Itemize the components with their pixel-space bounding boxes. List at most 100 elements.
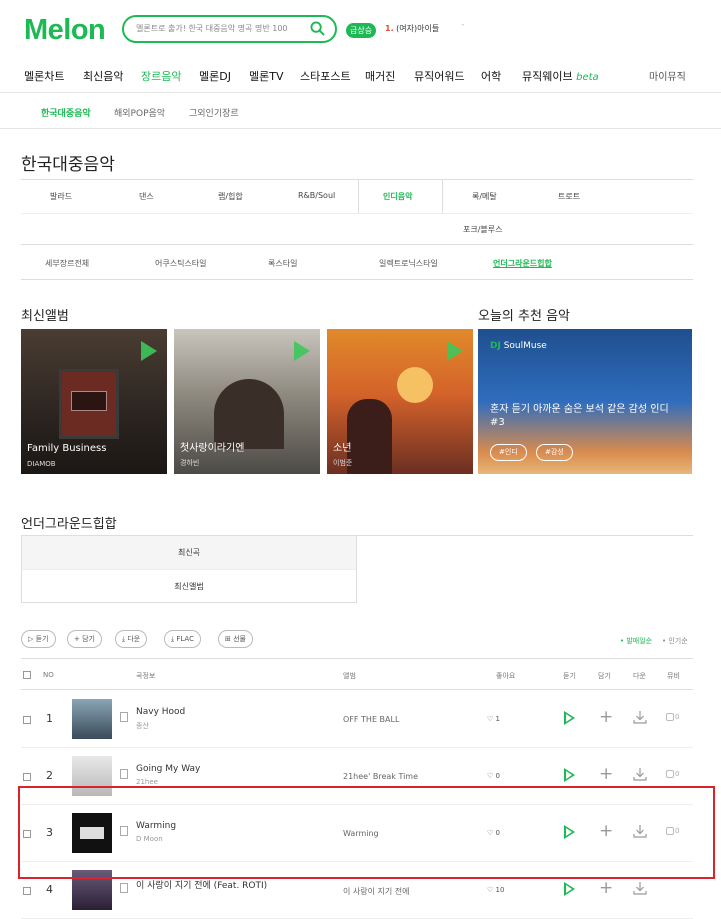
- tab-latest-albums[interactable]: 최신앨범: [21, 569, 357, 603]
- play-all-button[interactable]: ▷ 듣기: [21, 630, 56, 648]
- style-electronic[interactable]: 일렉트로닉스타일: [379, 258, 438, 269]
- subnav-pop[interactable]: 해외POP음악: [114, 106, 165, 119]
- nav-award[interactable]: 뮤직어워드: [414, 68, 465, 84]
- realtime-badge: 급상승: [346, 23, 377, 38]
- nav-starpost[interactable]: 스타포스트: [300, 68, 351, 84]
- album-thumbnail[interactable]: [72, 699, 112, 739]
- dj-label: DJ SoulMuse: [490, 341, 547, 351]
- add-icon[interactable]: +: [599, 709, 613, 726]
- style-rock[interactable]: 록스타일: [268, 258, 297, 269]
- song-artist[interactable]: 종산: [136, 721, 149, 731]
- mv-icon[interactable]: 0: [666, 713, 679, 721]
- subnav-kpop[interactable]: 한국대중음악: [41, 106, 91, 119]
- col-play: 듣기: [563, 672, 576, 680]
- nav-mymusic[interactable]: 마이뮤직: [649, 68, 686, 83]
- download-button[interactable]: ⤓ 다운: [115, 630, 148, 648]
- style-underground-hiphop[interactable]: 언더그라운드힙합: [493, 258, 552, 269]
- genre-folk[interactable]: 포크/블루스: [463, 224, 503, 235]
- nav-magazine[interactable]: 매거진: [365, 68, 395, 84]
- download-icon[interactable]: [633, 767, 647, 781]
- table-row: 1 Navy Hood 종산 OFF THE BALL ♡ 1 + 0: [21, 691, 693, 748]
- list-header: NO 곡정보 앨범 좋아요 듣기 담기 다운 뮤비: [21, 658, 693, 690]
- song-info-icon[interactable]: [120, 883, 128, 893]
- album-card[interactable]: 소년 이범준: [327, 329, 473, 474]
- page-title: 한국대중음악: [21, 155, 115, 175]
- song-info-icon[interactable]: [120, 769, 128, 779]
- mv-count: 0: [675, 713, 680, 721]
- download-icon[interactable]: [633, 881, 647, 895]
- reco-tag[interactable]: #인디: [490, 444, 527, 461]
- select-all-checkbox[interactable]: [23, 671, 31, 679]
- main-nav: 멜론차트 최신음악 장르음악 멜론DJ 멜론TV 스타포스트 매거진 뮤직어워드…: [0, 56, 721, 96]
- song-title[interactable]: Going My Way: [136, 764, 200, 774]
- row-checkbox[interactable]: [23, 887, 31, 895]
- genre-trot[interactable]: 트로트: [558, 191, 580, 202]
- chevron-down-icon[interactable]: ˇ: [461, 24, 465, 32]
- album-card[interactable]: Family Business DIAMOB: [21, 329, 167, 474]
- genre-dance[interactable]: 댄스: [139, 191, 154, 202]
- song-info-icon[interactable]: [120, 712, 128, 722]
- mv-count: 0: [675, 770, 680, 778]
- nav-dj[interactable]: 멜론DJ: [199, 68, 231, 84]
- nav-tv[interactable]: 멜론TV: [249, 68, 283, 84]
- reco-tag[interactable]: #감성: [536, 444, 573, 461]
- play-icon[interactable]: [294, 341, 310, 361]
- add-icon[interactable]: +: [599, 766, 613, 783]
- album-card[interactable]: 첫사랑이라기엔 경하빈: [174, 329, 320, 474]
- row-checkbox[interactable]: [23, 773, 31, 781]
- melon-logo[interactable]: Melon: [24, 14, 106, 47]
- like-button[interactable]: ♡ 0: [487, 772, 500, 780]
- play-icon[interactable]: [564, 768, 575, 782]
- genre-indie[interactable]: 인디음악: [383, 191, 412, 202]
- song-title[interactable]: 이 사랑이 지기 전에 (Feat. ROTI): [136, 878, 267, 891]
- download-icon[interactable]: [633, 710, 647, 724]
- nav-chart[interactable]: 멜론차트: [24, 68, 64, 84]
- play-icon[interactable]: [141, 341, 157, 361]
- song-title[interactable]: Navy Hood: [136, 707, 185, 717]
- album-artist: 경하빈: [180, 459, 200, 467]
- genre-hiphop[interactable]: 랩/힙합: [218, 191, 243, 202]
- search-bar[interactable]: 멜론트로 출가! 한국 대중음악 명곡 명반 100: [122, 15, 337, 43]
- song-artist[interactable]: 21hee: [136, 778, 158, 786]
- nav-language[interactable]: 어학: [481, 68, 501, 84]
- flac-button[interactable]: ⤓ FLAC: [164, 630, 201, 648]
- song-album[interactable]: 21hee' Break Time: [343, 772, 418, 781]
- col-add: 담기: [598, 672, 611, 680]
- genre-rnb[interactable]: R&B/Soul: [298, 191, 335, 200]
- sort-release[interactable]: • 발매일순: [620, 636, 652, 646]
- col-song: 곡정보: [136, 672, 156, 680]
- style-all[interactable]: 세부장르전체: [45, 258, 89, 269]
- genre-ballad[interactable]: 발라드: [50, 191, 72, 202]
- search-icon[interactable]: [310, 21, 325, 36]
- search-input[interactable]: 멜론트로 출가! 한국 대중음악 명곡 명반 100: [136, 23, 288, 34]
- row-checkbox[interactable]: [23, 716, 31, 724]
- realtime-rank[interactable]: 1. (여자)아이들: [385, 23, 439, 34]
- like-button[interactable]: ♡ 1: [487, 715, 500, 723]
- play-icon[interactable]: [564, 711, 575, 725]
- like-button[interactable]: ♡ 10: [487, 886, 504, 894]
- sort-popular[interactable]: • 인기순: [662, 636, 688, 646]
- new-albums-heading: 최신앨범: [21, 309, 69, 324]
- col-no: NO: [43, 671, 54, 679]
- song-album[interactable]: OFF THE BALL: [343, 715, 399, 724]
- row-number: 4: [46, 883, 53, 896]
- add-button[interactable]: + 담기: [67, 630, 102, 648]
- genre-rock[interactable]: 록/메탈: [472, 191, 497, 202]
- nav-genre[interactable]: 장르음악: [141, 68, 182, 96]
- dj-name: SoulMuse: [503, 341, 547, 351]
- rank-text: (여자)아이들: [396, 24, 440, 33]
- gift-button[interactable]: ⊞ 선물: [218, 630, 253, 648]
- nav-wave[interactable]: 뮤직웨이브 beta: [522, 68, 599, 84]
- highlight-box: [18, 786, 715, 879]
- play-icon[interactable]: [447, 341, 463, 361]
- subnav-other[interactable]: 그외인기장르: [189, 106, 239, 119]
- mv-icon[interactable]: 0: [666, 770, 679, 778]
- song-album[interactable]: 이 사랑이 지기 전에: [343, 886, 410, 897]
- nav-new[interactable]: 최신음악: [83, 68, 123, 84]
- play-icon[interactable]: [564, 882, 575, 896]
- sub-nav: 한국대중음악 해외POP음악 그외인기장르: [0, 94, 721, 129]
- dj-prefix: DJ: [490, 341, 501, 351]
- tab-latest-songs[interactable]: 최신곡: [21, 536, 357, 569]
- reco-card[interactable]: DJ SoulMuse 혼자 듣기 아까운 숨은 보석 같은 감성 인디 #3 …: [478, 329, 692, 474]
- style-acoustic[interactable]: 어쿠스틱스타일: [155, 258, 207, 269]
